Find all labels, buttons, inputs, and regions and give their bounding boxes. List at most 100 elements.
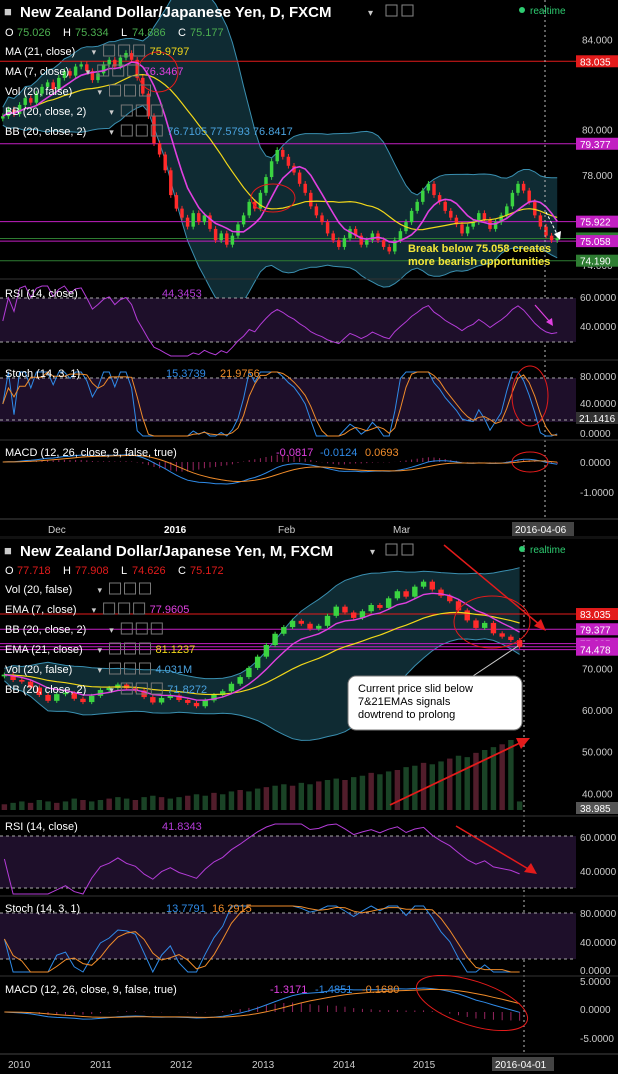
monthly-macd-v2: -1.4851 <box>315 984 352 996</box>
m-volume-bar <box>141 797 147 810</box>
m-volume-bar <box>447 758 453 810</box>
m-volume-bar <box>167 798 174 810</box>
daily-annotation-line-1: Break below 75.058 creates <box>408 243 551 255</box>
daily-realtime-label: realtime <box>530 6 566 17</box>
m-candle-body <box>412 586 418 597</box>
d-candle-body <box>236 224 240 236</box>
monthly-eye-icon[interactable] <box>401 543 414 556</box>
m-volume-bar <box>219 794 226 810</box>
m-volume-bar <box>412 765 418 810</box>
d-candle-body <box>107 59 111 65</box>
monthly-settings-icon[interactable] <box>385 543 398 556</box>
d-price-tag: 79.377 <box>580 140 611 151</box>
daily-stoch-axis-0: 0.0000 <box>580 429 611 440</box>
d-candle-body <box>180 208 184 218</box>
monthly-stoch-band <box>0 913 576 959</box>
d-candle-body <box>482 213 487 220</box>
d-candle-body <box>398 231 403 241</box>
m-candle-body <box>473 620 479 628</box>
d-candle-body <box>527 190 531 202</box>
daily-l-label: L <box>121 27 127 39</box>
m-candle-body <box>150 697 156 703</box>
daily-indicator-label: MA (21, close) <box>5 46 75 58</box>
daily-c-label: C <box>178 27 186 39</box>
m-volume-bar <box>123 798 130 810</box>
daily-h-label: H <box>63 27 71 39</box>
daily-collapse-icon[interactable]: ■ <box>4 4 12 19</box>
d-candle-body <box>185 217 190 227</box>
monthly-indicator-settings-icon <box>118 602 131 615</box>
monthly-indicator-value: 4.031M <box>156 664 193 676</box>
daily-annotation-line-2: more bearish opportunities <box>408 256 550 268</box>
d-candle-body <box>443 201 447 211</box>
m-volume-bar <box>88 801 95 810</box>
d-candle-body <box>113 59 117 67</box>
d-candle-body <box>23 98 27 105</box>
d-candle-body <box>225 233 229 245</box>
daily-indicator-value: 76.7105 77.5793 76.8417 <box>167 126 292 138</box>
monthly-indicator-dropdown-icon: ▾ <box>109 685 114 695</box>
m-volume-bar <box>333 778 339 810</box>
m-candle-body <box>307 623 313 629</box>
m-candle-body <box>254 656 261 668</box>
m-volume-bar <box>71 798 77 810</box>
d-candle-body <box>79 64 83 67</box>
d-candle-body <box>213 228 218 241</box>
d-candle-body <box>1 116 5 119</box>
m-volume-bar <box>80 800 86 810</box>
monthly-indicator-close-icon <box>139 582 151 595</box>
daily-indicator-dropdown-icon: ▾ <box>92 47 97 57</box>
m-volume-bar <box>54 802 60 810</box>
monthly-indicator-label: EMA (7, close) <box>5 604 77 616</box>
m-candle-body <box>499 633 505 637</box>
d-candle-body <box>510 192 515 207</box>
d-candle-body <box>129 53 134 60</box>
d-candle-body <box>365 240 369 245</box>
monthly-indicator-settings-icon <box>135 622 148 635</box>
d-candle-body <box>342 237 347 247</box>
monthly-realtime-dot-icon <box>519 546 525 552</box>
monthly-indicator-value: 77.9605 <box>150 604 190 616</box>
m-candle-body <box>429 581 436 590</box>
daily-title-dropdown-icon[interactable]: ▾ <box>368 8 373 19</box>
daily-stoch-k: 15.3739 <box>166 368 206 380</box>
daily-macd-v3: 0.0693 <box>365 447 399 459</box>
m-volume-bar <box>10 802 16 810</box>
daily-macd-v1: -0.0817 <box>276 447 313 459</box>
daily-stoch-band <box>0 378 576 422</box>
m-volume-bar <box>263 787 270 810</box>
d-candle-body <box>269 161 274 178</box>
monthly-title-dropdown-icon[interactable]: ▾ <box>370 547 375 558</box>
m-candle-body <box>464 610 470 621</box>
monthly-indicator-dropdown-icon: ▾ <box>98 665 103 675</box>
m-volume-bar <box>368 772 374 810</box>
monthly-indicator-dropdown-icon: ▾ <box>98 645 103 655</box>
m-candle-body <box>403 591 409 597</box>
m-volume-bar <box>499 744 505 810</box>
daily-stoch-axis-80: 80.0000 <box>580 372 617 383</box>
m-candle-body <box>316 625 322 629</box>
d-candle-body <box>124 53 128 58</box>
panel-separator <box>0 536 618 539</box>
m-volume-bar <box>429 764 436 810</box>
monthly-stoch-axis-40: 40.0000 <box>580 938 617 949</box>
m-candle-body <box>246 667 252 678</box>
daily-macd-v2: -0.0124 <box>320 447 357 459</box>
m-volume-bar <box>237 790 243 810</box>
d-candle-body <box>29 98 33 103</box>
daily-price-tags: 83.03579.37775.92275.17775.05874.190 <box>576 55 618 268</box>
monthly-stoch-axis-0: 0.0000 <box>580 966 611 977</box>
m-volume-bar <box>420 762 427 810</box>
monthly-collapse-icon[interactable]: ■ <box>4 543 12 558</box>
monthly-c-value: 75.172 <box>190 565 224 577</box>
monthly-rsi-label: RSI (14, close) <box>5 821 78 833</box>
m-volume-bar <box>359 775 366 810</box>
m-volume-bar <box>150 795 156 810</box>
m-volume-bar <box>19 801 25 810</box>
daily-indicator-dropdown-icon: ▾ <box>109 107 114 117</box>
m-volume-bar <box>185 795 191 810</box>
daily-o-value: 75.026 <box>17 27 51 39</box>
m-candle-body <box>80 698 86 703</box>
monthly-l-label: L <box>121 565 127 577</box>
m-candle-body <box>88 695 95 703</box>
